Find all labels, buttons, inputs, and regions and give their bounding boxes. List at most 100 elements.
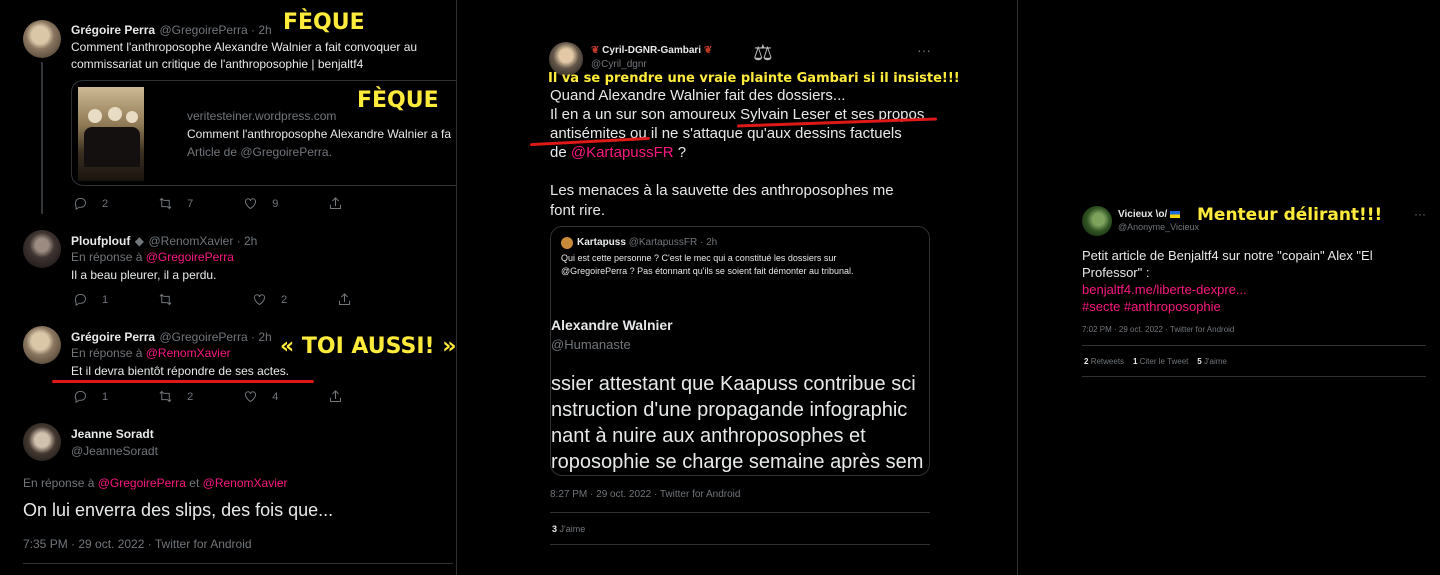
handle-time: @RenomXavier · 2h <box>148 234 258 248</box>
display-name[interactable]: Grégoire Perra <box>71 23 155 37</box>
display-name[interactable]: Vicieux \o/ <box>1118 209 1167 220</box>
display-name[interactable]: Grégoire Perra <box>71 330 155 344</box>
likes-stat[interactable]: 3 J'aime <box>552 524 585 534</box>
quoted-display-name: Kartapuss <box>577 237 626 248</box>
text-fragment: ? <box>677 144 687 161</box>
tweet-header: Grégoire Perra @GregoirePerra · 2h <box>71 328 272 346</box>
reply-count: 2 <box>102 197 109 210</box>
display-name[interactable]: Jeanne Soradt <box>71 427 154 441</box>
quoted-tweet[interactable]: Kartapuss @KartapussFR · 2h Qui est cett… <box>550 226 930 476</box>
tweet-text-line: Petit article de Benjaltf4 sur notre "co… <box>1082 248 1373 263</box>
reply-prefix: En réponse à <box>23 476 95 490</box>
avatar[interactable] <box>23 326 61 364</box>
heart-icon <box>245 391 257 403</box>
text-fragment: de <box>550 144 567 161</box>
avatar[interactable] <box>23 423 61 461</box>
reply-context: En réponse à @RenomXavier <box>71 346 231 360</box>
reply-and: et <box>189 476 200 490</box>
avatar[interactable] <box>1082 206 1112 236</box>
retweets-label: Retweets <box>1090 357 1125 366</box>
retweet-icon <box>159 390 172 403</box>
card-image <box>78 87 144 181</box>
annotation-feque-2: FÈQUE <box>357 88 439 113</box>
retweet-count: 7 <box>187 197 194 210</box>
tweet-actions: 1 2 <box>73 292 402 307</box>
reply-prefix: En réponse à <box>71 250 143 264</box>
share-button[interactable] <box>328 389 343 404</box>
handle-time: @GregoirePerra · 2h <box>159 23 272 37</box>
tweet-text-line: font rire. <box>550 202 606 219</box>
tweet-meta: 7:35 PM · 29 oct. 2022 · Twitter for And… <box>23 537 252 551</box>
inner-display-name: Alexandre Walnier <box>551 317 673 333</box>
display-name[interactable]: Ploufplouf <box>71 234 130 248</box>
inner-text-line: roposophie se charge semaine après sem <box>551 451 924 473</box>
more-options-icon[interactable]: ··· <box>1414 207 1426 221</box>
retweet-count: 2 <box>187 390 194 403</box>
mention-link[interactable]: @KartapussFR <box>571 144 674 161</box>
divider <box>1082 345 1426 346</box>
inner-text-line: ssier attestant que Kaapuss contribue sc… <box>551 373 916 395</box>
tweet-meta: 8:27 PM · 29 oct. 2022 · Twitter for And… <box>550 489 741 500</box>
display-name[interactable]: Cyril-DGNR-Gambari <box>602 45 701 56</box>
tweet-meta: 7:02 PM · 29 oct. 2022 · Twitter for And… <box>1082 325 1235 334</box>
reply-button[interactable]: 2 <box>73 196 108 211</box>
likes-label: J'aime <box>1203 357 1227 366</box>
like-button[interactable]: 2 <box>252 292 287 307</box>
annotation-feque-1: FÈQUE <box>283 10 365 35</box>
reply-prefix: En réponse à <box>71 346 143 360</box>
scales-icon: ⚖ <box>753 40 773 65</box>
card-title: Comment l'anthroposophe Alexandre Walnie… <box>187 127 451 141</box>
mention-link[interactable]: @RenomXavier <box>146 346 231 360</box>
reply-icon <box>74 294 86 307</box>
mention-link[interactable]: @GregoirePerra <box>98 476 186 490</box>
hashtags[interactable]: #secte #anthroposophie <box>1082 299 1221 314</box>
likes-count: 5 <box>1197 357 1202 366</box>
flag-icon: ❦ <box>591 45 600 56</box>
handle: @Cyril_dgnr <box>591 59 647 70</box>
share-button[interactable] <box>328 196 343 211</box>
retweets-stat[interactable]: 2 Retweets <box>1084 357 1124 366</box>
like-button[interactable]: 9 <box>243 196 278 211</box>
tweet-text-line: Les menaces à la sauvette des anthroposo… <box>550 182 894 199</box>
display-name-row: ❦ Cyril-DGNR-Gambari ❦ <box>591 45 712 56</box>
retweet-button[interactable]: 7 <box>158 196 193 211</box>
retweet-button[interactable]: 2 <box>158 389 193 404</box>
tweet-text-line: Quand Alexandre Walnier fait des dossier… <box>550 87 846 104</box>
heart-icon <box>245 198 257 210</box>
article-link[interactable]: benjaltf4.me/liberte-dexpre... <box>1082 282 1247 297</box>
avatar <box>561 237 573 249</box>
reply-button[interactable]: 1 <box>73 292 108 307</box>
quoted-text: @GregoirePerra ? Pas étonnant qu'ils se … <box>561 266 854 276</box>
like-button[interactable]: 4 <box>243 389 278 404</box>
quotes-stat[interactable]: 1 Citer le Tweet <box>1133 357 1188 366</box>
likes-stat[interactable]: 5 J'aime <box>1197 357 1227 366</box>
share-button[interactable] <box>337 292 352 307</box>
reply-icon <box>74 198 86 211</box>
divider <box>23 563 453 564</box>
divider <box>550 544 930 545</box>
like-count: 4 <box>272 390 279 403</box>
more-options-icon[interactable]: ··· <box>917 42 931 58</box>
retweet-button[interactable] <box>158 292 173 307</box>
reply-button[interactable]: 1 <box>73 389 108 404</box>
inner-text-line: nant à nuire aux anthroposophes et <box>551 425 866 447</box>
tweet-text-line: commissariat un critique de l'anthroposo… <box>71 57 364 71</box>
tweet-text-line: Professor" : <box>1082 265 1150 280</box>
share-icon <box>339 293 351 305</box>
right-panel: Vicieux \o/ @Anonyme_Vicieux ··· Menteur… <box>1018 0 1440 575</box>
retweet-icon <box>159 293 172 306</box>
quoted-header: Kartapuss @KartapussFR · 2h <box>577 237 717 248</box>
mention-link[interactable]: @GregoirePerra <box>146 250 234 264</box>
card-domain: veritesteiner.wordpress.com <box>187 109 337 123</box>
tweet-header: Ploufplouf ◆ @RenomXavier · 2h <box>71 232 257 250</box>
mention-link[interactable]: @RenomXavier <box>203 476 288 490</box>
tweet-text: On lui enverra des slips, des fois que..… <box>23 500 334 520</box>
reply-count: 1 <box>102 390 109 403</box>
avatar[interactable] <box>23 20 61 58</box>
likes-label: J'aime <box>559 524 586 534</box>
inner-handle: @Humanaste <box>551 337 631 352</box>
avatar[interactable] <box>23 230 61 268</box>
tweet-actions: 1 2 4 <box>73 389 393 404</box>
share-icon <box>330 197 342 209</box>
likes-count: 3 <box>552 524 558 534</box>
